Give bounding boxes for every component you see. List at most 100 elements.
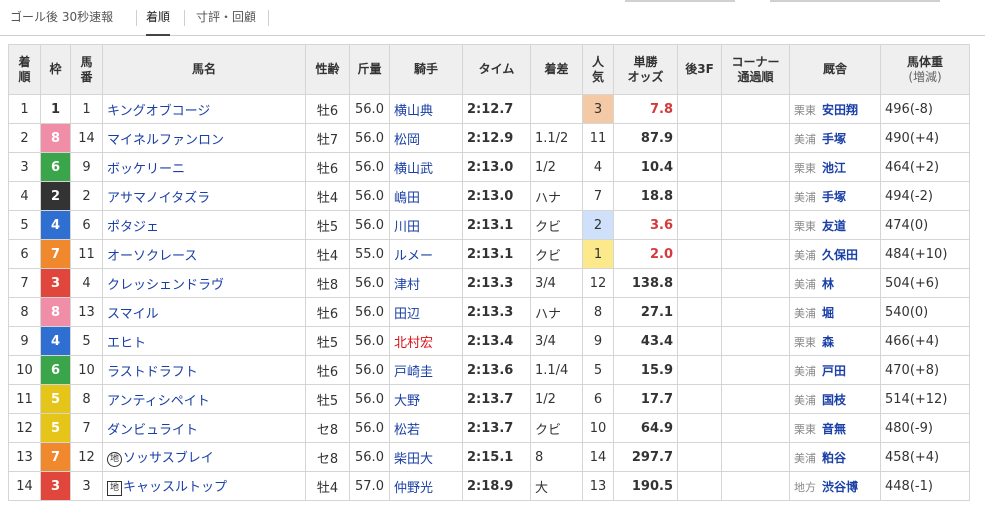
trainer-link[interactable]: 友道 bbox=[822, 219, 846, 233]
cell-trainer[interactable]: 栗東 安田翔 bbox=[789, 94, 881, 124]
cell-horse[interactable]: キングオブコージ bbox=[102, 94, 306, 124]
cell-trainer[interactable]: 美浦林 bbox=[789, 268, 881, 298]
cell-umaban: 13 bbox=[70, 297, 103, 327]
cell-trainer[interactable]: 美浦堀 bbox=[789, 297, 881, 327]
cell-horse[interactable]: アンティシペイト bbox=[102, 384, 306, 414]
horse-name-link[interactable]: ダンビュライト bbox=[107, 423, 198, 438]
header-umaban: 馬番 bbox=[70, 44, 103, 95]
trainer-link[interactable]: 手塚 bbox=[822, 132, 846, 146]
cell-bodyweight: 474(0) bbox=[880, 210, 970, 240]
cell-horse[interactable]: 地キャッスルトップ bbox=[102, 471, 306, 501]
horse-name-link[interactable]: アサマノイタズラ bbox=[107, 191, 210, 206]
cell-horse[interactable]: マイネルファンロン bbox=[102, 123, 306, 153]
trainer-link[interactable]: 国枝 bbox=[822, 393, 846, 407]
jockey-link[interactable]: 津村 bbox=[389, 268, 463, 298]
jockey-link[interactable]: 戸崎圭 bbox=[389, 355, 463, 385]
horse-name-link[interactable]: キングオブコージ bbox=[107, 104, 210, 119]
cell-trainer[interactable]: 地方 渋谷博 bbox=[789, 471, 881, 501]
cell-horse[interactable]: クレッシェンドラヴ bbox=[102, 268, 306, 298]
cell-trainer[interactable]: 美浦 手塚 bbox=[789, 123, 881, 153]
jockey-link[interactable]: 横山典 bbox=[389, 94, 463, 124]
table-row: 9 4 5 エヒト 牡5 56.0 北村宏 2:13.4 3/4 9 43.4 栗東森 466(+4) bbox=[8, 326, 970, 356]
trainer-link[interactable]: 森 bbox=[822, 335, 834, 349]
cell-horse[interactable]: ダンビュライト bbox=[102, 413, 306, 443]
horse-name-link[interactable]: オーソクレース bbox=[107, 249, 197, 264]
cell-trainer[interactable]: 栗東 友道 bbox=[789, 210, 881, 240]
trainer-link[interactable]: 手塚 bbox=[822, 190, 846, 204]
trainer-link[interactable]: 林 bbox=[822, 277, 834, 291]
jockey-link[interactable]: ルメー bbox=[389, 239, 463, 269]
header-popularity: 人気 bbox=[582, 44, 614, 95]
cell-sexage: 牡5 bbox=[305, 384, 350, 414]
horse-name-link[interactable]: アンティシペイト bbox=[107, 394, 210, 409]
cell-sexage: 牡7 bbox=[305, 123, 350, 153]
tab-review[interactable]: 寸評・回顧 bbox=[196, 0, 256, 36]
jockey-link[interactable]: 松岡 bbox=[389, 123, 463, 153]
cell-margin: クビ bbox=[530, 239, 583, 269]
trainer-region: 地方 bbox=[794, 480, 816, 494]
horse-name-link[interactable]: スマイル bbox=[107, 307, 159, 322]
cell-trainer[interactable]: 美浦 国枝 bbox=[789, 384, 881, 414]
trainer-link[interactable]: 安田翔 bbox=[822, 103, 858, 117]
cell-weight: 57.0 bbox=[349, 471, 390, 501]
trainer-link[interactable]: 堀 bbox=[822, 306, 834, 320]
table-row: 1 1 1 キングオブコージ 牡6 56.0 横山典 2:12.7 3 7.8 栗東 安田翔 496(-… bbox=[8, 94, 970, 124]
horse-name-link[interactable]: キャッスルトップ bbox=[123, 480, 227, 495]
horse-name-link[interactable]: マイネルファンロン bbox=[107, 133, 224, 148]
cell-trainer[interactable]: 栗東 音無 bbox=[789, 413, 881, 443]
cell-popularity: 11 bbox=[582, 123, 614, 153]
cell-corner bbox=[721, 384, 790, 414]
jockey-link[interactable]: 仲野光 bbox=[389, 471, 463, 501]
jockey-link[interactable]: 横山武 bbox=[389, 152, 463, 182]
trainer-link[interactable]: 戸田 bbox=[822, 364, 846, 378]
jockey-link[interactable]: 田辺 bbox=[389, 297, 463, 327]
cell-popularity: 4 bbox=[582, 152, 614, 182]
cell-sexage: 牡8 bbox=[305, 268, 350, 298]
horse-name-link[interactable]: ポタジェ bbox=[107, 220, 159, 235]
tab-results[interactable]: 着順 bbox=[146, 0, 171, 36]
cell-trainer[interactable]: 美浦 戸田 bbox=[789, 355, 881, 385]
trainer-link[interactable]: 粕谷 bbox=[822, 451, 846, 465]
jockey-link[interactable]: 北村宏 bbox=[389, 326, 463, 356]
trainer-link[interactable]: 音無 bbox=[822, 422, 846, 436]
cell-odds: 27.1 bbox=[613, 297, 678, 327]
cell-horse[interactable]: オーソクレース bbox=[102, 239, 306, 269]
cell-horse[interactable]: 地ソッサスブレイ bbox=[102, 442, 306, 472]
jockey-link[interactable]: 松若 bbox=[389, 413, 463, 443]
cell-trainer[interactable]: 美浦 手塚 bbox=[789, 181, 881, 211]
cell-horse[interactable]: ラストドラフト bbox=[102, 355, 306, 385]
cell-last3f bbox=[677, 210, 722, 240]
jockey-link[interactable]: 柴田大 bbox=[389, 442, 463, 472]
cell-umaban: 11 bbox=[70, 239, 103, 269]
cell-odds: 190.5 bbox=[613, 471, 678, 501]
jockey-link[interactable]: 嶋田 bbox=[389, 181, 463, 211]
jockey-link[interactable]: 大野 bbox=[389, 384, 463, 414]
horse-name-link[interactable]: クレッシェンドラヴ bbox=[107, 278, 224, 293]
cell-horse[interactable]: アサマノイタズラ bbox=[102, 181, 306, 211]
cell-horse[interactable]: スマイル bbox=[102, 297, 306, 327]
cell-trainer[interactable]: 美浦 粕谷 bbox=[789, 442, 881, 472]
trainer-link[interactable]: 久保田 bbox=[822, 248, 858, 262]
horse-name-link[interactable]: ラストドラフト bbox=[107, 365, 198, 380]
cell-horse[interactable]: ボッケリーニ bbox=[102, 152, 306, 182]
cell-trainer[interactable]: 栗東森 bbox=[789, 326, 881, 356]
trainer-link[interactable]: 渋谷博 bbox=[822, 480, 858, 494]
cell-time: 2:13.1 bbox=[462, 210, 531, 240]
cell-rank: 10 bbox=[8, 355, 41, 385]
jockey-link[interactable]: 川田 bbox=[389, 210, 463, 240]
horse-name-link[interactable]: ボッケリーニ bbox=[107, 162, 185, 177]
table-row: 11 5 8 アンティシペイト 牡5 56.0 大野 2:13.7 1/2 6 17.7 美浦 国枝 51… bbox=[8, 384, 970, 414]
tab-goal-flash[interactable]: ゴール後 30秒速報 bbox=[10, 0, 113, 36]
cell-last3f bbox=[677, 413, 722, 443]
header-sexage: 性齢 bbox=[305, 44, 350, 95]
horse-name-link[interactable]: ソッサスブレイ bbox=[123, 451, 214, 466]
trainer-region: 美浦 bbox=[794, 393, 816, 407]
cell-time: 2:13.6 bbox=[462, 355, 531, 385]
cell-trainer[interactable]: 栗東 池江 bbox=[789, 152, 881, 182]
cell-corner bbox=[721, 442, 790, 472]
cell-horse[interactable]: ポタジェ bbox=[102, 210, 306, 240]
cell-trainer[interactable]: 美浦 久保田 bbox=[789, 239, 881, 269]
trainer-link[interactable]: 池江 bbox=[822, 161, 846, 175]
cell-horse[interactable]: エヒト bbox=[102, 326, 306, 356]
horse-name-link[interactable]: エヒト bbox=[107, 336, 146, 351]
